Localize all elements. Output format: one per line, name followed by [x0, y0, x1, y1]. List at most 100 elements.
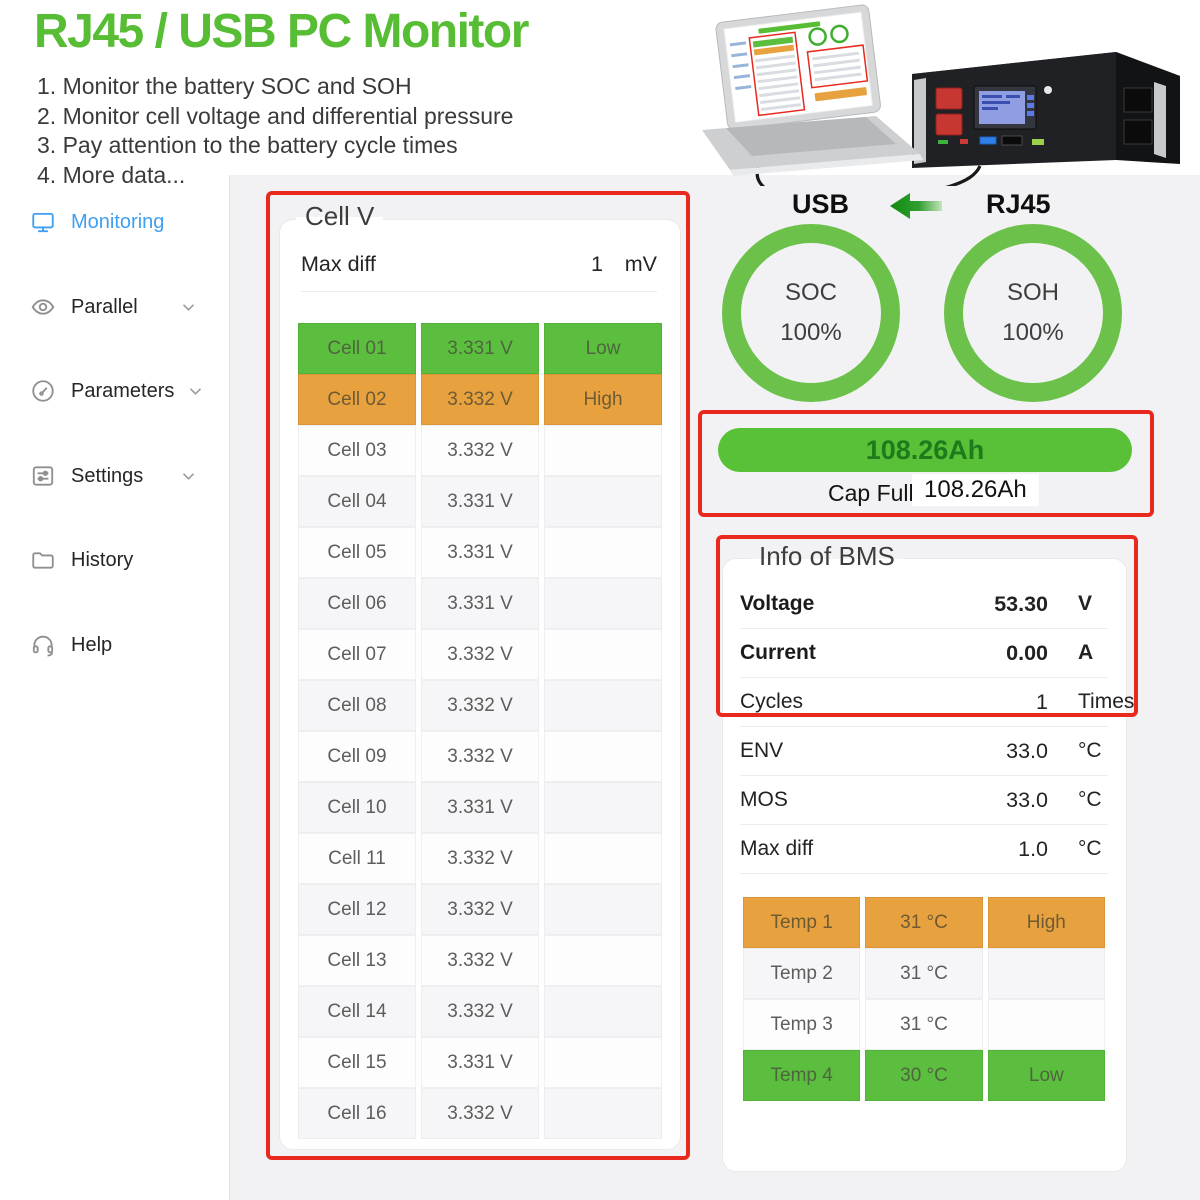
sidebar-item-label: Monitoring — [71, 211, 195, 234]
cell-name: Cell 11 — [298, 833, 416, 884]
battery-image — [912, 52, 1180, 168]
soh-value: 100% — [1002, 319, 1063, 347]
cell-flag — [544, 782, 662, 833]
soc-gauge: SOC 100% — [722, 224, 900, 402]
bms-row-label: Voltage — [740, 592, 938, 616]
sidebar-item-settings[interactable]: Settings — [30, 460, 195, 492]
temp-name: Temp 2 — [743, 948, 860, 999]
cell-voltage: 3.331 V — [421, 1037, 539, 1088]
sidebar-item-label: History — [71, 549, 195, 572]
cell-name: Cell 16 — [298, 1088, 416, 1139]
temp-value: 31 °C — [865, 948, 982, 999]
bms-row-value: 0.00 — [938, 641, 1048, 666]
bms-row-unit: °C — [1048, 788, 1108, 812]
sidebar-item-label: Parallel — [71, 296, 167, 319]
sidebar-item-help[interactable]: Help — [30, 629, 195, 661]
chevron-down-icon — [189, 387, 202, 396]
sidebar-item-parallel[interactable]: Parallel — [30, 291, 195, 323]
page-title: RJ45 / USB PC Monitor — [34, 4, 528, 59]
cell-flag: Low — [544, 323, 662, 374]
cell-flag — [544, 833, 662, 884]
bms-row-value: 33.0 — [938, 739, 1048, 764]
sidebar-item-label: Help — [71, 634, 195, 657]
sidebar-item-parameters[interactable]: Parameters — [30, 375, 195, 407]
cell-name: Cell 06 — [298, 578, 416, 629]
bms-row-value: 1.0 — [938, 837, 1048, 862]
sidebar-item-history[interactable]: History — [30, 544, 195, 576]
bms-row-label: MOS — [740, 788, 938, 812]
cell-voltage: 3.331 V — [421, 527, 539, 578]
cell-name: Cell 10 — [298, 782, 416, 833]
headset-icon — [30, 632, 56, 658]
bms-row: Cycles1Times — [740, 678, 1108, 727]
bms-row: Max diff1.0°C — [740, 825, 1108, 874]
cell-name: Cell 09 — [298, 731, 416, 782]
cell-name: Cell 05 — [298, 527, 416, 578]
cell-name: Cell 04 — [298, 476, 416, 527]
cell-flag — [544, 527, 662, 578]
cell-voltage: 3.331 V — [421, 476, 539, 527]
bms-row-label: Cycles — [740, 690, 938, 714]
bms-row: Voltage53.30V — [740, 580, 1108, 629]
bms-row-unit: A — [1048, 641, 1108, 665]
cell-name: Cell 03 — [298, 425, 416, 476]
cell-flag — [544, 935, 662, 986]
cell-name: Cell 01 — [298, 323, 416, 374]
bms-row-unit: Times — [1048, 690, 1108, 714]
bms-row-value: 33.0 — [938, 788, 1048, 813]
laptop-image — [702, 4, 923, 176]
sliders-icon — [30, 463, 56, 489]
temperature-table: Temp 131 °CHighTemp 231 °CTemp 331 °CTem… — [743, 897, 1105, 1101]
max-diff-value: 1 — [559, 252, 603, 277]
sidebar-item-label: Parameters — [71, 380, 174, 403]
max-diff-unit: mV — [603, 252, 657, 277]
eye-icon — [30, 294, 56, 320]
bms-row-label: Current — [740, 641, 938, 665]
cell-voltage: 3.331 V — [421, 782, 539, 833]
sidebar-item-monitoring[interactable]: Monitoring — [30, 206, 195, 238]
folder-icon — [30, 547, 56, 573]
temp-name: Temp 4 — [743, 1050, 860, 1101]
feature-item: 3. Pay attention to the battery cycle ti… — [37, 131, 513, 161]
temp-value: 31 °C — [865, 897, 982, 948]
temp-flag — [988, 948, 1105, 999]
cap-full-value: 108.26Ah — [912, 474, 1039, 506]
bms-row-label: Max diff — [740, 837, 938, 861]
bms-panel-title: Info of BMS — [750, 541, 904, 572]
bms-row-value: 53.30 — [938, 592, 1048, 617]
rj45-label: RJ45 — [986, 189, 1051, 220]
green-arrow-left-icon — [890, 193, 942, 224]
sidebar-item-label: Settings — [71, 465, 167, 488]
cell-flag — [544, 629, 662, 680]
cell-flag — [544, 1037, 662, 1088]
cell-flag — [544, 884, 662, 935]
feature-item: 1. Monitor the battery SOC and SOH — [37, 72, 513, 102]
cell-flag — [544, 425, 662, 476]
cell-flag — [544, 1088, 662, 1139]
feature-item: 4. More data... — [37, 161, 513, 191]
bms-row: ENV33.0°C — [740, 727, 1108, 776]
cell-voltage: 3.332 V — [421, 680, 539, 731]
bms-row: Current0.00A — [740, 629, 1108, 678]
cell-name: Cell 07 — [298, 629, 416, 680]
cell-name: Cell 12 — [298, 884, 416, 935]
cell-voltage: 3.332 V — [421, 425, 539, 476]
chevron-down-icon — [182, 472, 195, 481]
divider — [301, 291, 657, 292]
cell-voltage: 3.332 V — [421, 833, 539, 884]
cell-panel-title: Cell V — [296, 201, 383, 232]
cell-name: Cell 15 — [298, 1037, 416, 1088]
device-photo — [680, 0, 1190, 186]
bms-row-unit: °C — [1048, 837, 1108, 861]
cell-voltage: 3.332 V — [421, 374, 539, 425]
chevron-down-icon — [182, 303, 195, 312]
cell-voltage: 3.332 V — [421, 884, 539, 935]
cell-flag — [544, 578, 662, 629]
temp-flag: High — [988, 897, 1105, 948]
cell-voltage: 3.332 V — [421, 986, 539, 1037]
soh-label: SOH — [1007, 279, 1059, 307]
cell-flag — [544, 731, 662, 782]
cell-flag — [544, 986, 662, 1037]
cell-flag — [544, 476, 662, 527]
usb-label: USB — [792, 189, 849, 220]
